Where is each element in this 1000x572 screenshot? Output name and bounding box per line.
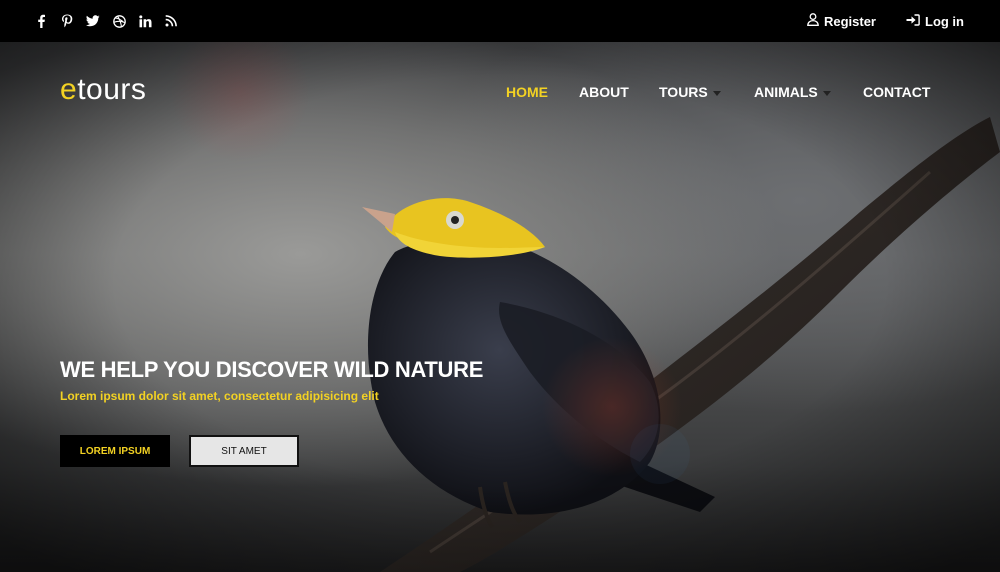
chevron-down-icon — [822, 90, 831, 96]
nav-item-tours[interactable]: TOURS — [659, 84, 721, 100]
facebook-icon[interactable] — [32, 12, 50, 30]
register-link[interactable]: Register — [807, 13, 876, 29]
auth-links: Register Log in — [807, 0, 964, 42]
chevron-down-icon — [712, 90, 721, 96]
social-links — [32, 0, 180, 42]
hero-bird-image — [0, 42, 1000, 572]
hero-headline: WE HELP YOU DISCOVER WILD NATURE — [60, 357, 484, 382]
sign-in-icon — [906, 13, 920, 29]
pinterest-icon[interactable] — [58, 12, 76, 30]
nav-item-animals-label: ANIMALS — [754, 84, 818, 100]
hero-section — [0, 42, 1000, 572]
nav-item-contact[interactable]: CONTACT — [863, 84, 930, 100]
top-bar: Register Log in — [0, 0, 1000, 42]
nav-item-animals[interactable]: ANIMALS — [754, 84, 831, 100]
linkedin-icon[interactable] — [136, 12, 154, 30]
nav-item-tours-label: TOURS — [659, 84, 708, 100]
sit-amet-button[interactable]: SIT AMET — [189, 435, 299, 467]
user-icon — [807, 13, 819, 29]
twitter-icon[interactable] — [84, 12, 102, 30]
login-label: Log in — [925, 13, 964, 29]
main-nav: HOME ABOUT TOURS ANIMALS CONTACT — [0, 84, 1000, 104]
lorem-ipsum-button[interactable]: LOREM IPSUM — [60, 435, 170, 467]
rss-icon[interactable] — [162, 12, 180, 30]
page: Register Log in etours HOME ABOUT TOURS … — [0, 0, 1000, 572]
nav-item-about[interactable]: ABOUT — [579, 84, 629, 100]
nav-item-home[interactable]: HOME — [506, 84, 548, 100]
dribbble-icon[interactable] — [110, 12, 128, 30]
hero-subline: Lorem ipsum dolor sit amet, consectetur … — [60, 389, 379, 403]
register-label: Register — [823, 13, 876, 29]
login-link[interactable]: Log in — [906, 14, 964, 29]
